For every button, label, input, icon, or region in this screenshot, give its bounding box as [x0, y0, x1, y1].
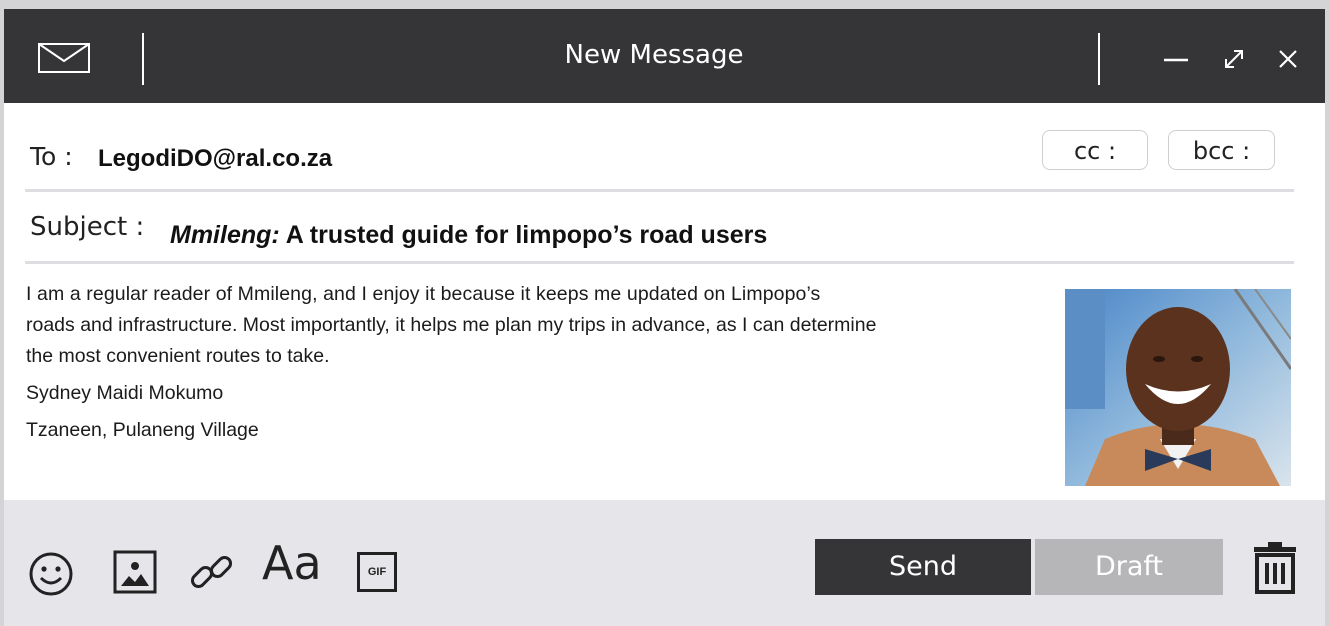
subject-italic: Mmileng: — [170, 221, 280, 249]
signature-location: Tzaneen, Pulaneng Village — [26, 419, 259, 441]
subject-text: A trusted guide for limpopo’s road users — [279, 221, 768, 249]
cc-button[interactable]: cc : — [1042, 130, 1148, 170]
title-separator-right — [1098, 33, 1100, 85]
to-label: To : — [30, 142, 73, 171]
body-line: I am a regular reader of Mmileng, and I … — [26, 283, 821, 305]
image-icon[interactable] — [113, 550, 157, 594]
send-button[interactable]: Send — [815, 539, 1031, 595]
message-body[interactable]: I am a regular reader of Mmileng, and I … — [26, 279, 1026, 446]
sender-photo — [1065, 289, 1291, 486]
minimize-icon[interactable] — [1162, 45, 1190, 73]
close-icon[interactable] — [1274, 45, 1302, 73]
signature-name: Sydney Maidi Mokumo — [26, 382, 224, 404]
window-title: New Message — [564, 40, 744, 70]
subject-label: Subject : — [30, 212, 145, 242]
subject-divider — [25, 261, 1294, 264]
to-divider — [25, 189, 1294, 192]
subject-field[interactable]: Mmileng: A trusted guide for limpopo’s r… — [170, 221, 767, 250]
trash-icon[interactable] — [1252, 540, 1298, 594]
link-icon[interactable] — [188, 549, 236, 597]
font-icon[interactable]: Aa — [262, 536, 322, 590]
title-bar: New Message — [4, 9, 1325, 103]
gif-icon[interactable]: GIF — [357, 552, 397, 592]
bcc-button[interactable]: bcc : — [1168, 130, 1275, 170]
body-line: the most convenient routes to take. — [26, 345, 330, 367]
expand-icon[interactable] — [1220, 45, 1248, 73]
emoji-icon[interactable] — [28, 551, 74, 597]
body-line: roads and infrastructure. Most important… — [26, 314, 877, 336]
draft-button[interactable]: Draft — [1035, 539, 1223, 595]
to-field[interactable]: LegodiDO@ral.co.za — [98, 145, 332, 173]
